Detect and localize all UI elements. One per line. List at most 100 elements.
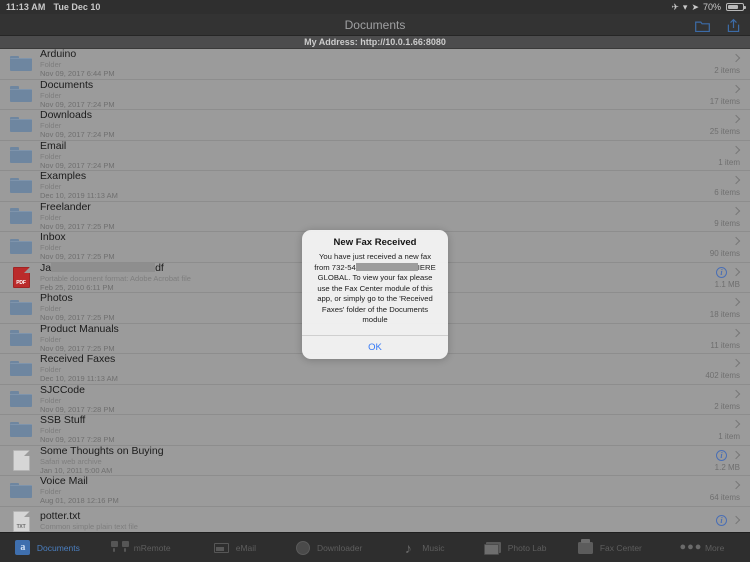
- file-row[interactable]: Examples Folder Dec 10, 2019 11:13 AM 6 ite…: [0, 171, 750, 202]
- status-time: 11:13 AM: [6, 2, 46, 12]
- folder-icon: [8, 418, 34, 442]
- alert-ok-button[interactable]: OK: [302, 336, 448, 359]
- file-meta: 2 items: [714, 401, 740, 411]
- file-row[interactable]: Arduino Folder Nov 09, 2017 6:44 PM 2 items: [0, 49, 750, 80]
- document-file-icon: [8, 448, 34, 472]
- folder-icon: [8, 387, 34, 411]
- file-row-accessory: 6 items: [634, 171, 742, 201]
- file-row[interactable]: Some Thoughts on Buying Safari web archiv…: [0, 445, 750, 476]
- location-arrow-icon: ➤: [691, 1, 699, 12]
- alert-title: New Fax Received: [333, 237, 417, 248]
- folder-icon: [8, 204, 34, 228]
- navigation-bar: Documents: [0, 14, 750, 36]
- chevron-right-icon: [733, 389, 740, 400]
- file-kind: Folder: [40, 365, 62, 375]
- file-row-accessory: 9 items: [634, 202, 742, 232]
- folder-icon: [8, 113, 34, 137]
- file-name: SJCCode: [40, 384, 85, 395]
- file-row-accessory-top: [733, 327, 740, 340]
- file-name: Examples: [40, 171, 87, 182]
- file-name: Freelander: [40, 201, 91, 212]
- file-row-text: SJCCode Folder Nov 09, 2017 7:28 PM: [38, 385, 634, 414]
- file-row-accessory-top: [733, 174, 740, 187]
- file-row-text: Arduino Folder Nov 09, 2017 6:44 PM: [38, 49, 634, 78]
- file-row-accessory-top: [733, 113, 740, 126]
- file-meta: 2 items: [714, 66, 740, 76]
- tab-documents[interactable]: a Documents: [0, 533, 94, 562]
- file-row-text: Received Faxes Folder Dec 10, 2019 11:13 A…: [38, 354, 634, 383]
- file-row[interactable]: Downloads Folder Nov 09, 2017 7:24 PM 25 it…: [0, 110, 750, 141]
- page-title: Documents: [344, 17, 406, 32]
- file-row[interactable]: Voice Mail Folder Aug 01, 2018 12:16 PM 64 …: [0, 476, 750, 507]
- photo-icon: [484, 540, 503, 556]
- file-row-text: Voice Mail Folder Aug 01, 2018 12:16 PM: [38, 476, 634, 505]
- tab-email[interactable]: eMail: [188, 533, 282, 562]
- file-row[interactable]: SJCCode Folder Nov 09, 2017 7:28 PM 2 items: [0, 385, 750, 415]
- chevron-right-icon: [733, 297, 740, 308]
- file-row-text: Freelander Folder Nov 09, 2017 7:25 PM: [38, 202, 634, 231]
- tab-label: Photo Lab: [507, 542, 547, 553]
- file-date: Nov 09, 2017 7:28 PM: [40, 435, 115, 445]
- status-bar-left: 11:13 AM Tue Dec 10: [6, 2, 100, 12]
- file-row[interactable]: SSB Stuff Folder Nov 09, 2017 7:28 PM 1 ite…: [0, 415, 750, 446]
- file-row-accessory: 25 items: [634, 110, 742, 140]
- share-upload-icon[interactable]: [725, 17, 742, 34]
- status-date: Tue Dec 10: [53, 2, 101, 12]
- file-name: Voice Mail: [40, 476, 88, 487]
- file-kind: Folder: [40, 212, 62, 222]
- chevron-right-icon: [733, 480, 740, 491]
- file-row-accessory: 11 items: [634, 324, 742, 354]
- file-row[interactable]: Email Folder Nov 09, 2017 7:24 PM 1 item: [0, 141, 750, 171]
- info-icon[interactable]: i: [716, 449, 727, 461]
- file-meta: 17 items: [709, 96, 740, 106]
- chevron-right-icon: [733, 450, 740, 461]
- folder-icon: [8, 82, 34, 106]
- file-row-accessory: 2 items: [634, 49, 742, 79]
- tab-fax-center[interactable]: Fax Center: [563, 533, 657, 562]
- file-row-accessory-top: i: [716, 449, 740, 462]
- tab-music[interactable]: ♪ Music: [375, 533, 469, 562]
- file-name: Some Thoughts on Buying: [40, 445, 164, 456]
- folder-icon: [8, 235, 34, 259]
- fax-icon: [577, 538, 595, 556]
- mail-icon: [213, 540, 231, 556]
- tab-bar[interactable]: a Documents mRemote eMail Downloader ♪ Music Ph…: [0, 532, 750, 562]
- file-row-accessory-top: [733, 205, 740, 218]
- navigation-actions: [694, 14, 742, 36]
- tab-more[interactable]: ●●● More: [656, 533, 750, 562]
- file-row[interactable]: TXT potter.txt Common simple plain text fi…: [0, 507, 750, 533]
- chevron-right-icon: [733, 145, 740, 156]
- file-meta: 1 item: [718, 157, 740, 167]
- tab-label: mRemote: [133, 542, 171, 553]
- file-row-accessory: 1 item: [634, 141, 742, 171]
- tab-label: Downloader: [316, 542, 363, 553]
- file-row-accessory-top: [733, 83, 740, 96]
- tab-downloader[interactable]: Downloader: [281, 533, 375, 562]
- file-row[interactable]: Documents Folder Nov 09, 2017 7:24 PM 17 it…: [0, 80, 750, 110]
- chevron-right-icon: [733, 114, 740, 125]
- chevron-right-icon: [733, 515, 740, 526]
- file-row-accessory-top: i: [716, 514, 740, 527]
- alert-body: New Fax Received You have just received …: [302, 230, 448, 335]
- file-row-text: Email Folder Nov 09, 2017 7:24 PM: [38, 141, 634, 170]
- file-kind: Folder: [40, 182, 62, 192]
- file-row-accessory-top: [733, 52, 740, 65]
- file-row-accessory: 64 items: [634, 476, 742, 506]
- file-kind: Folder: [40, 121, 62, 131]
- file-name: Arduino: [40, 49, 77, 60]
- file-date: Nov 09, 2017 7:24 PM: [40, 99, 115, 109]
- file-row[interactable]: Received Faxes Folder Dec 10, 2019 11:13 A…: [0, 354, 750, 385]
- file-kind: Common simple plain text file: [40, 522, 138, 532]
- info-icon[interactable]: i: [716, 266, 727, 278]
- tab-label: eMail: [235, 542, 257, 553]
- music-note-icon: ♪: [404, 539, 412, 556]
- file-row[interactable]: Freelander Folder Nov 09, 2017 7:25 PM 9 it…: [0, 202, 750, 232]
- tab-mremote[interactable]: mRemote: [94, 533, 188, 562]
- new-folder-icon[interactable]: [694, 17, 711, 34]
- file-row-accessory-top: i: [716, 266, 740, 279]
- file-row-accessory: i: [634, 507, 742, 533]
- folder-icon: [8, 296, 34, 320]
- info-icon[interactable]: i: [716, 515, 727, 527]
- file-row-accessory: 18 items: [634, 293, 742, 323]
- tab-photo-lab[interactable]: Photo Lab: [469, 533, 563, 562]
